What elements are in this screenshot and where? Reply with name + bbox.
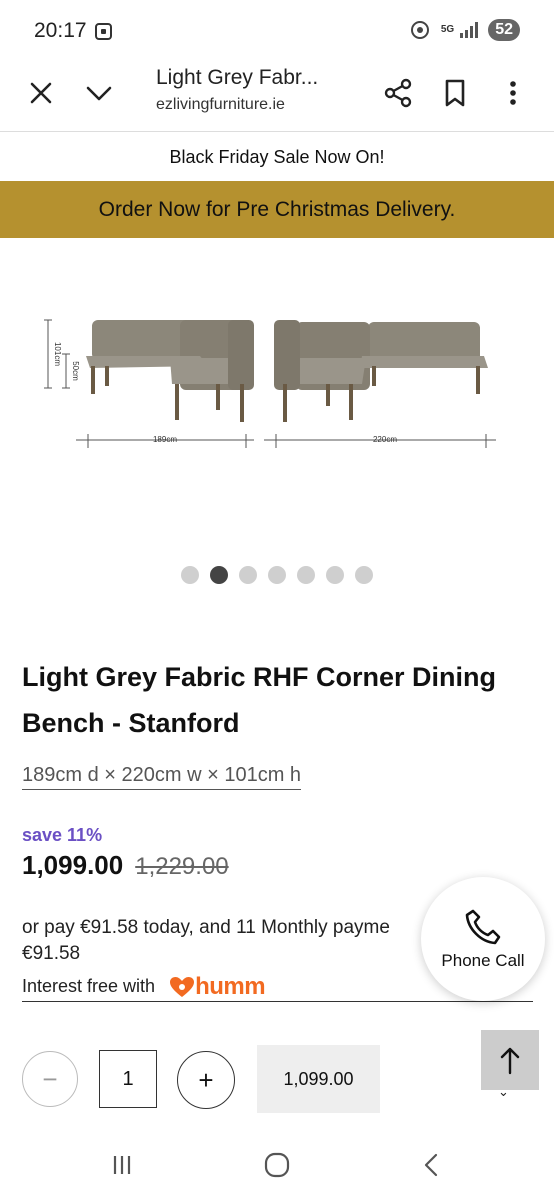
humm-wordmark: humm: [195, 972, 266, 1000]
status-icons: 5G 52: [410, 19, 520, 41]
right-bench-drawing: [264, 320, 496, 448]
carousel-dot[interactable]: [239, 566, 257, 584]
carousel-dot[interactable]: [326, 566, 344, 584]
delivery-banner[interactable]: Order Now for Pre Christmas Delivery.: [0, 181, 554, 238]
phone-icon: [465, 909, 501, 945]
discount-badge: save 11%: [22, 825, 103, 845]
dim-seat-height: 50cm: [71, 361, 80, 381]
more-options-icon[interactable]: [496, 76, 530, 110]
quantity-input[interactable]: 1: [99, 1050, 157, 1108]
add-to-cart-total[interactable]: 1,099.00: [257, 1045, 380, 1113]
home-icon[interactable]: [262, 1150, 292, 1180]
page-title: Light Grey Fabr...: [156, 66, 319, 89]
chevron-down-small-icon: ⌄: [498, 1084, 509, 1099]
status-bar: 20:17 5G 52: [0, 0, 554, 60]
carousel-dot[interactable]: [297, 566, 315, 584]
close-icon[interactable]: [24, 76, 58, 110]
quantity-increase-button[interactable]: +: [177, 1051, 235, 1109]
browser-toolbar: Light Grey Fabr... ezlivingfurniture.ie: [0, 60, 554, 132]
network-type: 5G: [440, 24, 455, 35]
dim-right-width: 220cm: [373, 435, 397, 444]
installment-info: or pay €91.58 today, and 11 Monthly paym…: [22, 915, 442, 967]
current-price: 1,099.00: [22, 850, 124, 880]
price-row: 1,099.00 1,229.00: [22, 850, 229, 881]
status-time: 20:17: [34, 19, 87, 42]
carousel-dot[interactable]: [181, 566, 199, 584]
back-icon[interactable]: [417, 1150, 447, 1180]
interest-free-label: Interest free with: [22, 976, 156, 996]
battery-indicator: 52: [488, 19, 520, 41]
screen-record-icon: [95, 23, 112, 40]
chevron-down-icon[interactable]: [82, 76, 116, 110]
hotspot-icon: [410, 21, 429, 39]
page-url: ezlivingfurniture.ie: [156, 96, 285, 113]
left-bench-drawing: [44, 319, 254, 448]
share-icon[interactable]: [381, 76, 415, 110]
product-dimensions[interactable]: 189cm d × 220cm w × 101cm h: [22, 764, 302, 790]
original-price: 1,229.00: [135, 853, 229, 880]
humm-logo: humm: [169, 972, 266, 1001]
dim-height: 101cm: [53, 342, 62, 366]
recent-apps-icon[interactable]: [107, 1150, 137, 1180]
product-title: Light Grey Fabric RHF Corner Dining Benc…: [22, 662, 497, 738]
dim-left-width: 189cm: [153, 435, 177, 444]
signal-icon: [460, 22, 479, 38]
carousel-dot[interactable]: [268, 566, 286, 584]
installment-line-1: or pay €91.58 today, and 11 Monthly paym…: [22, 917, 390, 938]
scroll-to-top-button[interactable]: [481, 1030, 539, 1090]
carousel-dot[interactable]: [355, 566, 373, 584]
phone-call-button[interactable]: Phone Call: [421, 877, 545, 1001]
product-image[interactable]: 189cm 101cm 50cm 220cm: [0, 238, 554, 558]
carousel-dot[interactable]: [210, 566, 228, 584]
installment-line-2: €91.58: [22, 943, 81, 964]
humm-heart-icon: [170, 976, 195, 997]
system-navigation-bar: [0, 1130, 554, 1200]
bookmark-icon[interactable]: [438, 76, 472, 110]
arrow-up-icon: [500, 1047, 520, 1075]
image-carousel-dots: [0, 566, 554, 584]
sale-banner[interactable]: Black Friday Sale Now On!: [0, 133, 554, 181]
phone-call-label: Phone Call: [441, 951, 525, 970]
quantity-decrease-button[interactable]: −: [22, 1051, 78, 1107]
